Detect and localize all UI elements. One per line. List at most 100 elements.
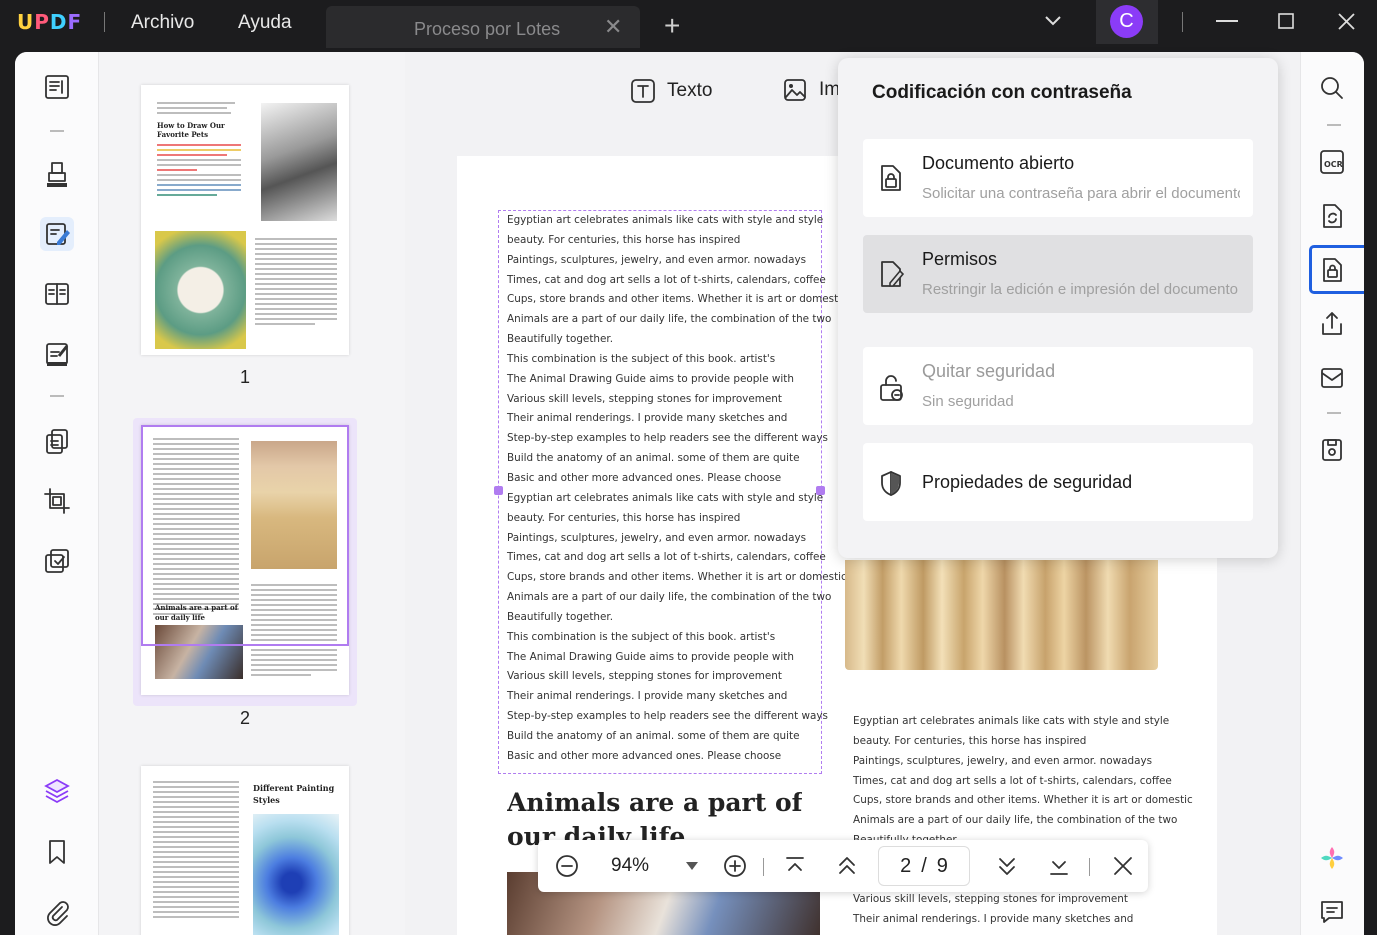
email-icon[interactable] [1316,362,1348,394]
option-propiedades-seguridad[interactable]: Propiedades de seguridad [863,443,1253,521]
tab-close-icon[interactable]: ✕ [604,14,622,40]
document-lock-icon [878,163,904,193]
text-line: This combination is the subject of this … [507,352,776,365]
text-line: Beautifully together. [507,333,613,346]
chevron-down-icon[interactable] [1044,14,1062,28]
new-tab-icon[interactable]: + [664,10,680,42]
tab-proceso-por-lotes[interactable]: Proceso por Lotes ✕ [326,6,640,48]
text-line: Cups, store brands and other items. Whet… [853,794,1193,807]
text-line: This combination is the subject of this … [507,630,776,643]
crop-icon[interactable] [40,484,74,518]
pages-icon[interactable] [40,424,74,458]
thumbnail-page-1[interactable]: How to Draw Our Favorite Pets [141,85,349,355]
convert-icon[interactable] [1316,200,1348,232]
window-separator [1182,12,1183,32]
text-line: Their animal renderings. I provide many … [853,912,1134,925]
search-icon[interactable] [1316,72,1348,104]
batch-icon[interactable] [40,544,74,578]
next-page-icon[interactable] [996,853,1018,879]
updf-logo: UPDF [17,10,83,34]
popup-title: Codificación con contraseña [872,82,1132,103]
shield-icon [878,469,904,497]
close-bar-icon[interactable] [1112,853,1134,879]
svg-text:OCR: OCR [1324,160,1343,169]
first-page-icon[interactable] [784,853,806,879]
toolbar-separator [50,130,64,132]
option-documento-abierto[interactable]: Documento abierto Solicitar una contrase… [863,139,1253,217]
menu-ayuda[interactable]: Ayuda [238,12,292,34]
toolbar-separator [50,395,64,397]
option-quitar-seguridad[interactable]: Quitar seguridad Sin seguridad [863,347,1253,425]
reader-icon[interactable] [40,70,74,104]
text-line: Basic and other more advanced ones. Plea… [507,471,782,484]
highlighter-icon[interactable] [40,157,74,191]
thumbnail-page-number: 2 [240,708,251,728]
maximize-icon[interactable] [1278,13,1294,29]
text-line: Cups, store brands and other items. Whet… [507,293,847,306]
toolbar-texto[interactable]: Texto [630,78,712,104]
document-edit-icon [878,259,906,289]
ocr-icon[interactable]: OCR [1316,146,1348,178]
updf-ai-icon[interactable] [1316,842,1348,874]
layers-icon[interactable] [40,774,74,808]
zoom-value[interactable]: 94% [611,855,649,877]
watercolor-image [253,814,339,935]
password-encoding-popup: Codificación con contraseña Documento ab… [838,58,1278,558]
text-block-right[interactable]: Egyptian art celebrates animals like cat… [853,712,1193,844]
save-icon[interactable] [1316,434,1348,466]
bookmark-icon[interactable] [40,835,74,869]
text-line: Various skill levels, stepping stones fo… [507,392,782,405]
toolbar-imagen[interactable]: Im [783,78,840,102]
zoom-out-icon[interactable] [554,853,580,879]
text-line: Animals are a part of our daily life, th… [853,814,1178,827]
text-block-right-bottom[interactable]: Various skill levels, stepping stones fo… [853,890,1133,930]
option-title: Permisos [922,249,998,269]
comment-icon[interactable] [1316,896,1348,928]
text-line: Basic and other more advanced ones. Plea… [507,749,782,762]
text-line: beauty. For centuries, this horse has in… [507,511,741,524]
text-line: Egyptian art celebrates animals like cat… [507,214,824,226]
fill-sign-icon[interactable] [40,337,74,371]
current-page: 2 [900,854,912,877]
option-subtitle: Solicitar una contraseña para abrir el d… [922,185,1240,202]
avatar[interactable]: C [1110,5,1143,38]
minimize-icon[interactable] [1216,20,1238,24]
zoom-in-icon[interactable] [722,853,748,879]
thumbnail-page-2[interactable]: Animals are a part of our daily life [141,425,349,695]
previous-page-icon[interactable] [836,853,858,879]
menu-archivo[interactable]: Archivo [131,12,194,34]
title-separator [104,12,105,32]
text-line: beauty. For centuries, this horse has in… [853,734,1087,747]
option-title: Propiedades de seguridad [922,472,1133,492]
text-line: Paintings, sculptures, jewelry, and even… [507,253,807,266]
thumbnail-page-3[interactable]: Different Painting Styles [141,766,349,935]
option-title: Documento abierto [922,153,1075,173]
text-block[interactable]: Egyptian art celebrates animals like cat… [507,211,847,767]
attachment-icon[interactable] [40,895,74,929]
bar-separator [763,858,764,876]
left-toolbar [15,52,99,935]
last-page-icon[interactable] [1048,853,1070,879]
zoom-dropdown-icon[interactable] [686,862,698,870]
resize-handle[interactable] [494,486,503,495]
text-line: Cups, store brands and other items. Whet… [507,571,847,584]
thumbnail-heading: Favorite Pets [157,130,209,139]
text-line: Step-by-step examples to help readers se… [507,710,828,723]
edit-pdf-icon[interactable] [40,217,74,251]
organize-icon[interactable] [40,277,74,311]
option-title: Quitar seguridad [922,361,1056,381]
option-subtitle: Restringir la edición e impresión del do… [922,281,1238,298]
option-permisos[interactable]: Permisos Restringir la edición e impresi… [863,235,1253,313]
thumbnail-panel: How to Draw Our Favorite Pets 1 Animals … [99,52,405,935]
protect-lock-icon[interactable] [1316,254,1348,286]
page-indicator[interactable]: 2 / 9 [878,846,970,886]
close-window-icon[interactable] [1338,13,1355,30]
text-line: Step-by-step examples to help readers se… [507,432,828,445]
total-pages: 9 [936,854,948,877]
dog-embroidery-image [155,231,246,349]
share-icon[interactable] [1316,308,1348,340]
unlock-icon [878,373,906,403]
thumbnail-heading: Different Painting [253,783,335,793]
text-line: Animals are a part of our daily life, th… [507,313,832,326]
thumbnail-heading: How to Draw Our [157,121,225,130]
